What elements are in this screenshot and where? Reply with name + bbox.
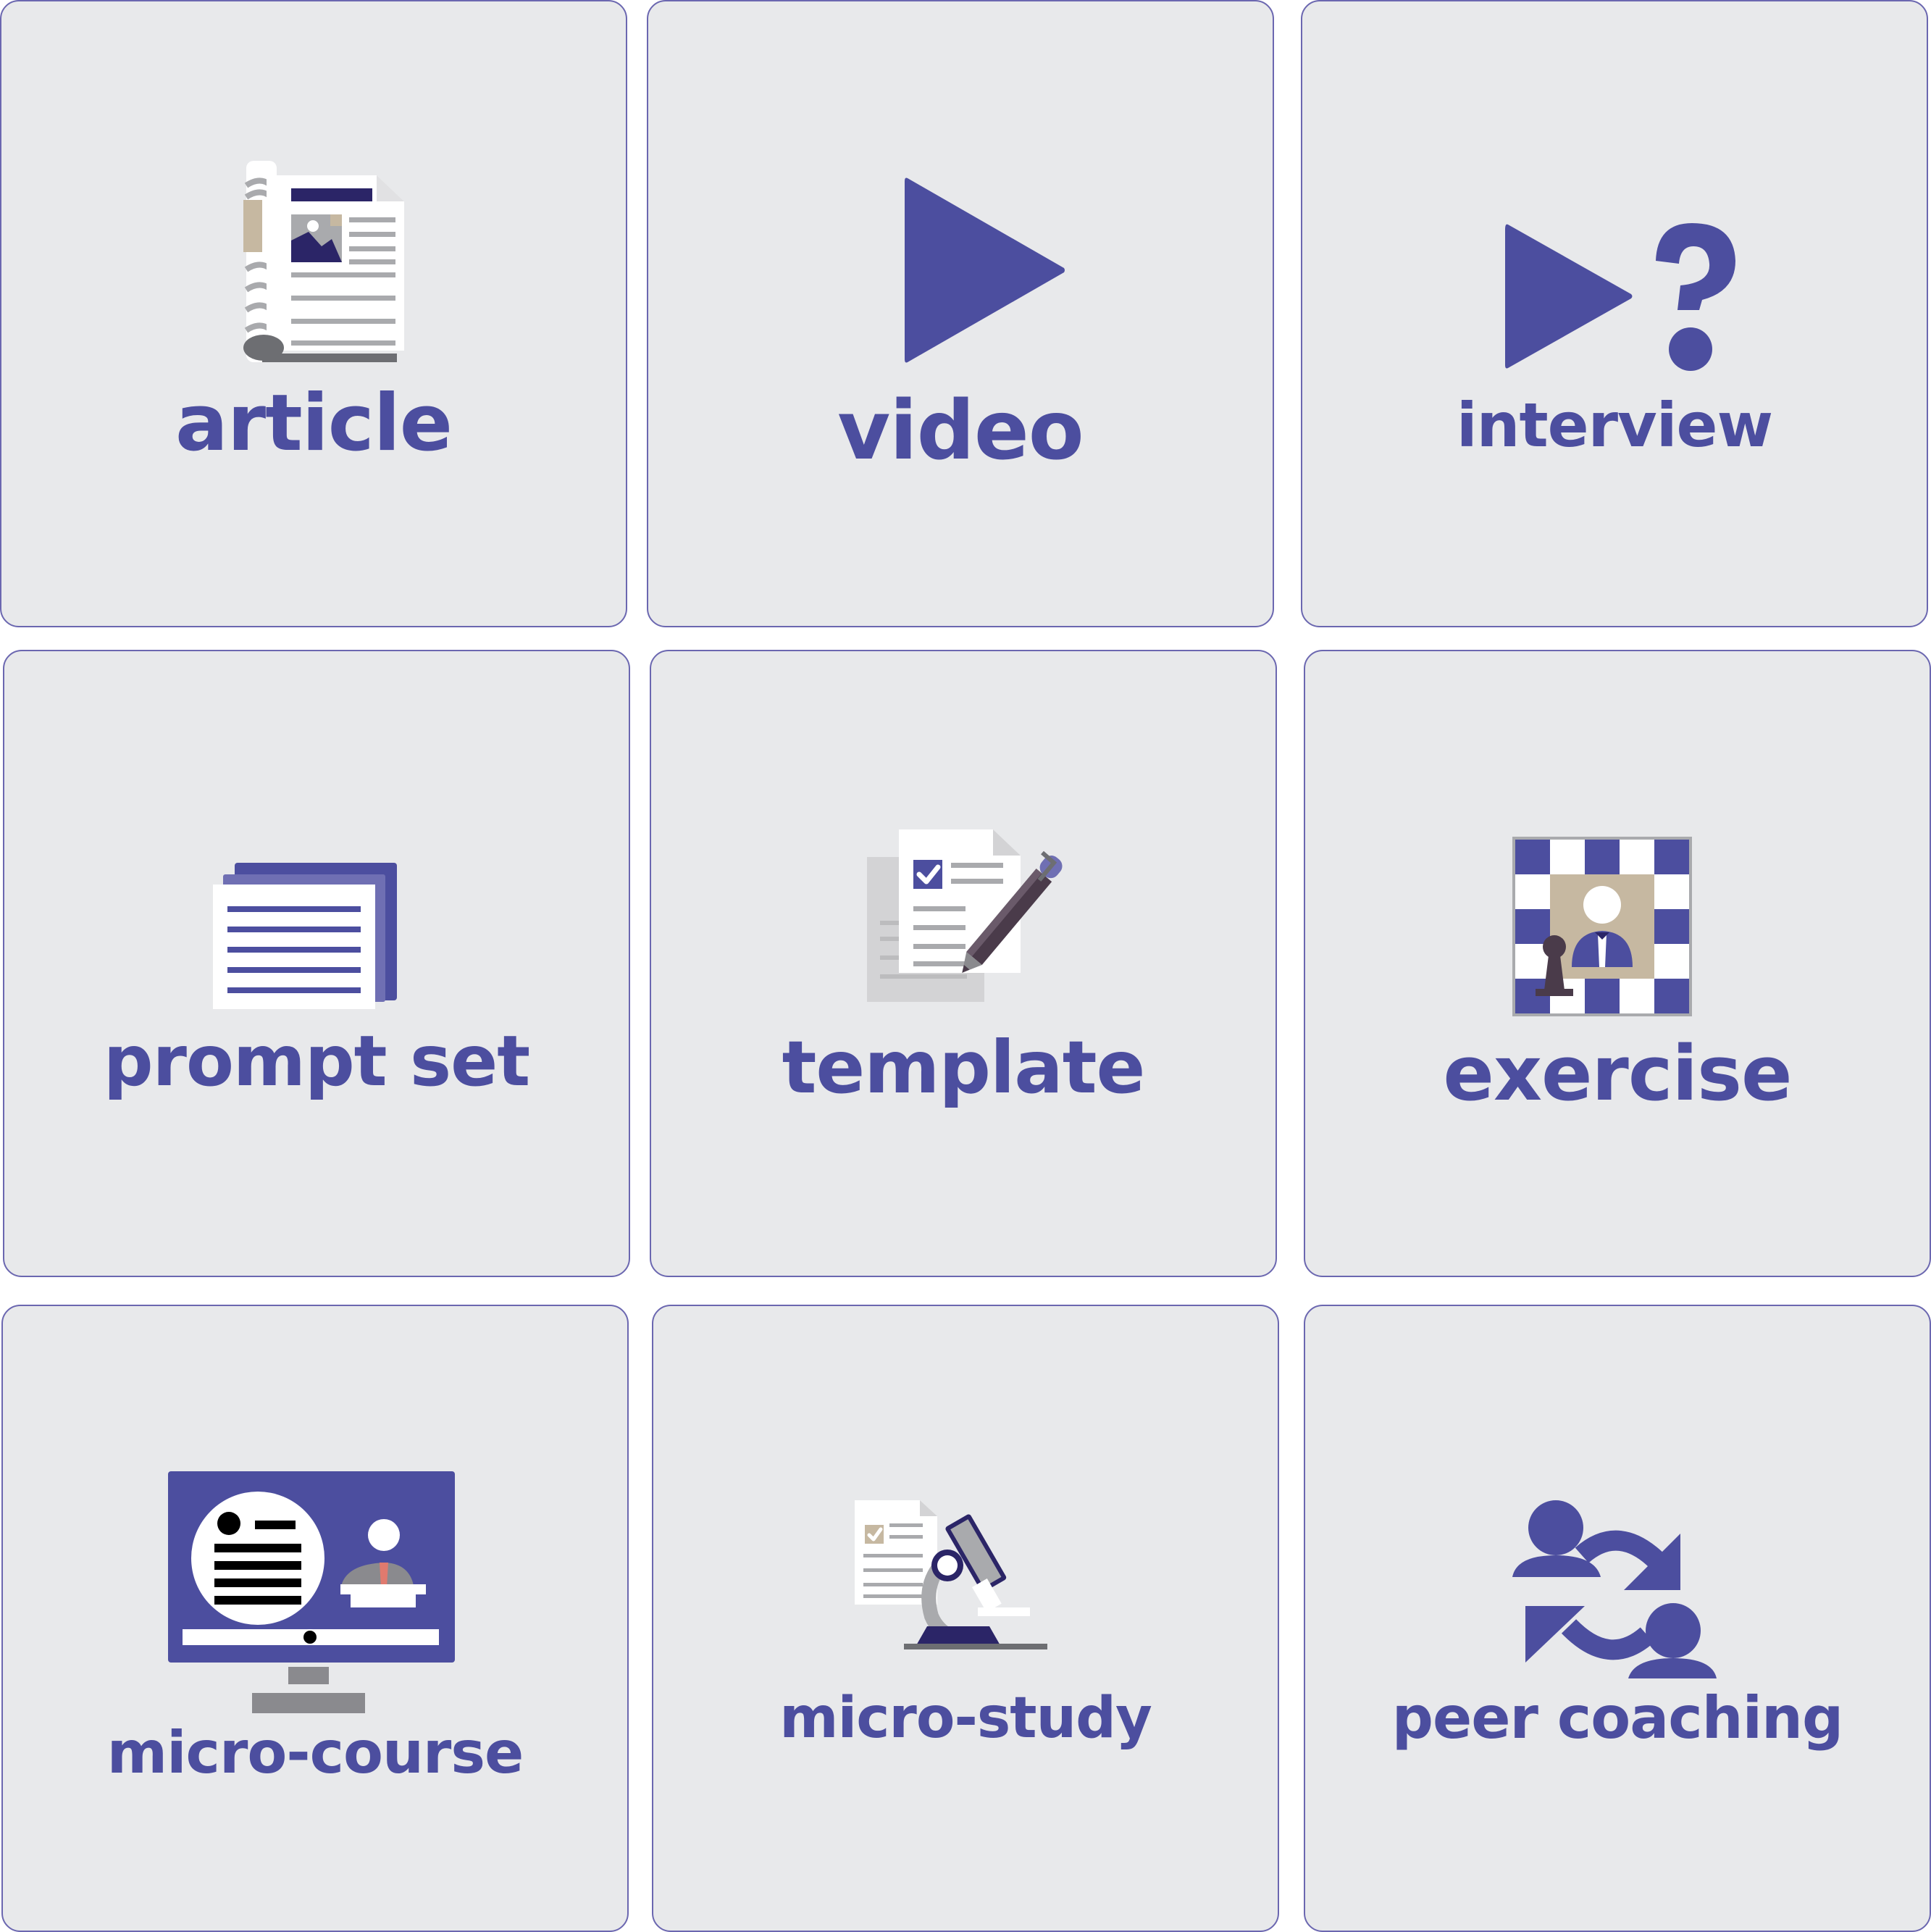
- tile-peer-coaching[interactable]: peer coaching: [1304, 1305, 1931, 1932]
- tile-micro-course[interactable]: micro-course: [1, 1305, 629, 1932]
- tile-label: micro-course: [106, 1719, 524, 1786]
- tile-label: prompt set: [103, 1021, 530, 1102]
- tile-video[interactable]: video: [647, 0, 1274, 627]
- newspaper-icon: [243, 161, 404, 362]
- monitor-presentation-icon: [168, 1471, 455, 1713]
- tile-micro-study[interactable]: micro-study: [652, 1305, 1279, 1932]
- tile-template[interactable]: template: [650, 650, 1277, 1277]
- tile-label: interview: [1456, 390, 1773, 461]
- tile-label: template: [782, 1025, 1146, 1110]
- tile-prompt-set[interactable]: prompt set: [3, 650, 630, 1277]
- tile-label: video: [837, 384, 1084, 478]
- tile-label: article: [175, 378, 453, 469]
- stacked-pages-icon: [213, 863, 397, 1009]
- tile-interview[interactable]: interview: [1301, 0, 1928, 627]
- play-question-icon: [1505, 223, 1735, 371]
- tile-article[interactable]: article: [0, 0, 627, 627]
- tile-label: peer coaching: [1391, 1684, 1843, 1752]
- tile-label: micro-study: [779, 1686, 1152, 1751]
- play-icon: [905, 177, 1065, 363]
- microscope-document-icon: [855, 1500, 1047, 1649]
- tile-label: exercise: [1443, 1029, 1792, 1118]
- tile-exercise[interactable]: exercise: [1304, 650, 1931, 1277]
- document-pencil-icon: [867, 829, 1063, 1002]
- people-exchange-icon: [1512, 1500, 1717, 1678]
- chessboard-person-icon: [1512, 837, 1692, 1016]
